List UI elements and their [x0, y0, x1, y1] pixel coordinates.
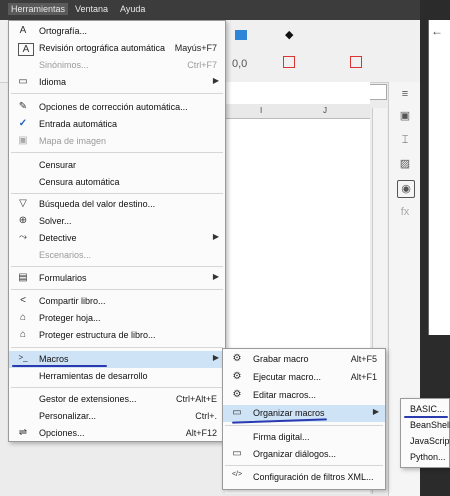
- submenu-arrow-icon: ▶: [212, 76, 219, 85]
- menu-item-entrada-automatica[interactable]: ✓ Entrada automática: [9, 116, 225, 133]
- menu-item-sinonimos[interactable]: Sinónimos... Ctrl+F7: [9, 57, 225, 74]
- autocorrect-icon: ✎: [18, 101, 28, 112]
- lock-icon: ⌂: [19, 312, 27, 323]
- record-macro-icon: ⚙: [232, 353, 242, 364]
- menu-item-ejecutar-macro[interactable]: ⚙ Ejecutar macro... Alt+F1: [223, 369, 385, 386]
- menu-item-solver[interactable]: ⊕ Solver...: [9, 213, 225, 230]
- menu-item-mapa-imagen[interactable]: ▣ Mapa de imagen: [9, 133, 225, 150]
- menu-icon[interactable]: ≡: [397, 86, 413, 102]
- menu-item-compartir-libro[interactable]: < Compartir libro...: [9, 293, 225, 310]
- menu-item-organizar-dialogos[interactable]: ▭ Organizar diálogos...: [223, 446, 385, 463]
- column-header: I J: [225, 104, 370, 119]
- xml-icon: </>: [231, 471, 243, 478]
- language-icon: ▭: [18, 76, 28, 87]
- function-icon[interactable]: fx: [397, 204, 413, 220]
- hand-drawn-underline: [12, 365, 107, 367]
- adjacent-window: [428, 20, 450, 335]
- styles-icon[interactable]: ⌶: [397, 132, 413, 148]
- menu-item-filtros-xml[interactable]: </> Configuración de filtros XML...: [223, 469, 385, 486]
- menu-herramientas[interactable]: Herramientas: [8, 3, 69, 15]
- separator: [225, 425, 383, 426]
- separator: [11, 387, 223, 388]
- menu-item-ortografia[interactable]: A Ortografía...: [9, 23, 225, 40]
- forms-icon: ▤: [18, 272, 28, 283]
- column-i-label: I: [260, 106, 263, 115]
- column-j-label: J: [323, 106, 327, 115]
- separator: [11, 266, 223, 267]
- menu-item-formularios[interactable]: ▤ Formularios ▶: [9, 270, 225, 287]
- menu-item-editar-macros[interactable]: ⚙ Editar macros...: [223, 387, 385, 404]
- separator: [11, 347, 223, 348]
- edit-macro-icon: ⚙: [232, 389, 242, 400]
- menu-item-python[interactable]: Python...: [401, 449, 449, 466]
- back-arrow-icon: ←: [431, 24, 443, 38]
- menu-item-revision-auto[interactable]: A Revisión ortográfica automática Mayús+F7: [9, 40, 225, 57]
- autospell-icon: A: [18, 43, 34, 56]
- menu-item-opciones[interactable]: ⇌ Opciones... Alt+F12: [9, 425, 225, 442]
- submenu-arrow-icon: ▶: [212, 232, 219, 241]
- macro-icon: >_: [18, 353, 28, 362]
- diamond-icon[interactable]: ◆: [285, 28, 293, 41]
- separator: [11, 193, 223, 194]
- separator: [225, 465, 383, 466]
- bg-color-icon[interactable]: [350, 56, 362, 68]
- check-icon: ✓: [18, 118, 28, 129]
- menu-item-censurar[interactable]: Censurar: [9, 157, 225, 174]
- separator: [11, 93, 223, 94]
- menu-item-herramientas-desarrollo[interactable]: Herramientas de desarrollo: [9, 368, 225, 385]
- menu-ventana[interactable]: Ventana: [75, 4, 108, 14]
- menu-item-grabar-macro[interactable]: ⚙ Grabar macro Alt+F5: [223, 351, 385, 368]
- gallery-icon[interactable]: ▨: [397, 156, 413, 172]
- number-format-icon[interactable]: 0,0: [232, 58, 247, 70]
- menu-item-idioma[interactable]: ▭ Idioma ▶: [9, 74, 225, 91]
- options-icon: ⇌: [18, 427, 28, 438]
- properties-icon[interactable]: ▣: [397, 108, 413, 124]
- menu-ayuda[interactable]: Ayuda: [120, 4, 145, 14]
- submenu-arrow-icon: ▶: [212, 353, 219, 362]
- separator: [11, 152, 223, 153]
- border-icon[interactable]: [283, 56, 295, 68]
- menu-item-proteger-hoja[interactable]: ⌂ Proteger hoja...: [9, 310, 225, 327]
- separator: [11, 289, 223, 290]
- menu-item-detective[interactable]: ⤳ Detective ▶: [9, 230, 225, 247]
- lock-icon: ⌂: [19, 329, 27, 340]
- dialog-icon: ▭: [232, 448, 242, 459]
- menu-item-busqueda-valor[interactable]: ▽ Búsqueda del valor destino...: [9, 196, 225, 213]
- menu-item-gestor-extensiones[interactable]: Gestor de extensiones... Ctrl+Alt+E: [9, 391, 225, 408]
- menu-item-censura-automatica[interactable]: Censura automática: [9, 174, 225, 191]
- image-map-icon: ▣: [18, 135, 28, 146]
- share-icon: <: [20, 295, 26, 306]
- menu-item-escenarios[interactable]: Escenarios...: [9, 247, 225, 264]
- menu-item-opciones-correccion[interactable]: ✎ Opciones de corrección automática...: [9, 99, 225, 116]
- menu-item-personalizar[interactable]: Personalizar... Ctrl+.: [9, 408, 225, 425]
- menu-item-javascript[interactable]: JavaScript...: [401, 433, 450, 450]
- submenu-arrow-icon: ▶: [212, 272, 219, 281]
- spelling-icon: A: [19, 25, 27, 36]
- menu-item-firma-digital[interactable]: Firma digital...: [223, 429, 385, 446]
- navigator-icon[interactable]: ◉: [397, 180, 415, 198]
- detective-icon: ⤳: [19, 232, 27, 243]
- organize-macros-submenu: BASIC... BeanShell... JavaScript... Pyth…: [400, 398, 450, 468]
- goal-seek-icon: ▽: [19, 198, 27, 209]
- run-macro-icon: ⚙: [232, 371, 242, 382]
- solver-icon: ⊕: [18, 215, 28, 226]
- folder-icon: ▭: [232, 407, 242, 418]
- herramientas-menu: A Ortografía... A Revisión ortográfica aut…: [8, 20, 226, 442]
- submenu-arrow-icon: ▶: [372, 407, 379, 416]
- hand-drawn-underline: [404, 416, 448, 418]
- menubar: Herramientas Ventana Ayuda: [0, 0, 420, 20]
- menu-item-proteger-estructura[interactable]: ⌂ Proteger estructura de libro...: [9, 327, 225, 344]
- table-icon[interactable]: [235, 30, 247, 40]
- menu-item-beanshell[interactable]: BeanShell...: [401, 417, 450, 434]
